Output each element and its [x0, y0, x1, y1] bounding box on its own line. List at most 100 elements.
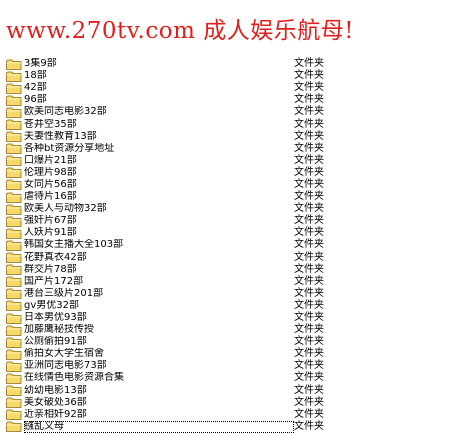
folder-row[interactable]: 欧美同志电影32部 文件夹: [6, 106, 446, 118]
folder-type: 文件夹: [294, 299, 324, 311]
folder-name: 女同片56部: [24, 178, 77, 190]
folder-icon: [6, 276, 22, 288]
folder-type: 文件夹: [294, 360, 324, 372]
folder-type: 文件夹: [294, 106, 324, 118]
folder-type: 文件夹: [294, 58, 324, 70]
folder-row[interactable]: gv男优32部 文件夹: [6, 300, 446, 312]
folder-row[interactable]: 在线情色电影资源合集 文件夹: [6, 372, 446, 384]
folder-row[interactable]: 群交片78部 文件夹: [6, 264, 446, 276]
folder-row[interactable]: 日本男优93部 文件夹: [6, 312, 446, 324]
folder-type: 文件夹: [294, 251, 324, 263]
folder-row[interactable]: 女同片56部 文件夹: [6, 179, 446, 191]
folder-type: 文件夹: [294, 82, 324, 94]
folder-row[interactable]: 幼幼电影13部 文件夹: [6, 385, 446, 397]
folder-name: 日本男优93部: [24, 312, 87, 324]
folder-icon: [6, 349, 22, 360]
folder-row[interactable]: 近亲相奸92部 文件夹: [6, 409, 446, 421]
folder-icon: [6, 337, 22, 348]
folder-icon: [6, 252, 22, 263]
folder-icon: [6, 71, 22, 82]
folder-row[interactable]: 口爆片21部 文件夹: [6, 155, 446, 167]
folder-name: 镪乱义母: [24, 420, 294, 433]
folder-name: 苍井空35部: [24, 118, 77, 130]
folder-type: 文件夹: [294, 166, 324, 178]
folder-name: 幼幼电影13部: [24, 384, 87, 396]
folder-row[interactable]: 42部 文件夹: [6, 82, 446, 94]
folder-type: 文件夹: [294, 94, 324, 106]
folder-row[interactable]: 伦理片98部 文件夹: [6, 167, 446, 179]
folder-type: 文件夹: [294, 275, 324, 287]
folder-name: 强奸片67部: [24, 215, 77, 227]
folder-type: 文件夹: [294, 396, 324, 408]
folder-list: 3集9部 文件夹 18部 文件夹 42部 文件夹 96部 文件夹 欧美同志电影32部 文件夹 苍井空…: [6, 58, 446, 433]
folder-type: 文件夹: [294, 384, 324, 396]
folder-icon: [6, 131, 22, 143]
folder-icon: [6, 288, 22, 300]
folder-row[interactable]: 夫妻性教育13部 文件夹: [6, 131, 446, 143]
folder-type: 文件夹: [294, 215, 324, 227]
folder-row[interactable]: 欧美人与动物32部 文件夹: [6, 203, 446, 215]
folder-row[interactable]: 各种bt资源分享地址 文件夹: [6, 143, 446, 155]
folder-type: 文件夹: [294, 227, 324, 239]
folder-name: 公厕偷拍91部: [24, 336, 87, 348]
folder-name: 亚洲同志电影73部: [24, 360, 107, 372]
folder-name: 近亲相奸92部: [24, 408, 87, 420]
folder-icon: [6, 95, 22, 106]
folder-name: 加藤鹰秘技传授: [24, 324, 94, 336]
folder-name: 96部: [24, 94, 47, 106]
folder-name: 伦理片98部: [24, 166, 77, 178]
folder-type: 文件夹: [294, 324, 324, 336]
folder-name: 韩国女主播大全103部: [24, 239, 124, 251]
folder-icon: [6, 59, 22, 70]
folder-type: 文件夹: [294, 142, 324, 154]
folder-name: 国产片172部: [24, 275, 84, 287]
folder-type: 文件夹: [294, 118, 324, 130]
folder-type: 文件夹: [294, 408, 324, 420]
folder-icon: [6, 228, 22, 239]
folder-icon: [6, 192, 22, 203]
folder-type: 文件夹: [294, 130, 324, 142]
folder-icon: [6, 216, 22, 227]
folder-type: 文件夹: [294, 420, 324, 432]
folder-type: 文件夹: [294, 191, 324, 203]
folder-icon: [6, 421, 22, 433]
folder-type: 文件夹: [294, 178, 324, 190]
folder-row[interactable]: 花野真衣42部 文件夹: [6, 252, 446, 264]
folder-row[interactable]: 强奸片67部 文件夹: [6, 215, 446, 227]
folder-row[interactable]: 96部 文件夹: [6, 94, 446, 106]
folder-name: 人妖片91部: [24, 227, 77, 239]
folder-icon: [6, 83, 22, 94]
folder-name: 偷拍女大学生宿舍: [24, 348, 104, 360]
folder-row[interactable]: 韩国女主播大全103部 文件夹: [6, 239, 446, 251]
folder-row[interactable]: 美女破处36部 文件夹: [6, 397, 446, 409]
folder-type: 文件夹: [294, 312, 324, 324]
folder-row[interactable]: 公厕偷拍91部 文件夹: [6, 336, 446, 348]
folder-row[interactable]: 3集9部 文件夹: [6, 58, 446, 70]
folder-row[interactable]: 国产片172部 文件夹: [6, 276, 446, 288]
folder-row[interactable]: 苍井空35部 文件夹: [6, 118, 446, 130]
folder-icon: [6, 385, 22, 396]
folder-name: 3集9部: [24, 58, 57, 70]
folder-name: 在线情色电影资源合集: [24, 372, 124, 384]
folder-icon: [6, 397, 22, 409]
folder-icon: [6, 325, 22, 336]
folder-row[interactable]: 虐待片16部 文件夹: [6, 191, 446, 203]
folder-row[interactable]: 18部 文件夹: [6, 70, 446, 82]
folder-row[interactable]: 人妖片91部 文件夹: [6, 227, 446, 239]
folder-icon: [6, 155, 22, 167]
folder-row[interactable]: 加藤鹰秘技传授 文件夹: [6, 324, 446, 336]
folder-type: 文件夹: [294, 263, 324, 275]
folder-row[interactable]: 镪乱义母 文件夹: [6, 420, 446, 433]
folder-name: 欧美同志电影32部: [24, 106, 107, 118]
folder-name: 各种bt资源分享地址: [24, 142, 115, 154]
folder-name: 花野真衣42部: [24, 251, 87, 263]
folder-row[interactable]: 偷拍女大学生宿舍 文件夹: [6, 348, 446, 360]
folder-icon: [6, 179, 22, 191]
folder-row[interactable]: 港台三级片201部 文件夹: [6, 288, 446, 300]
folder-name: 群交片78部: [24, 263, 77, 275]
folder-name: 美女破处36部: [24, 396, 87, 408]
folder-type: 文件夹: [294, 287, 324, 299]
folder-icon: [6, 409, 22, 421]
folder-name: 欧美人与动物32部: [24, 203, 107, 215]
folder-row[interactable]: 亚洲同志电影73部 文件夹: [6, 360, 446, 372]
